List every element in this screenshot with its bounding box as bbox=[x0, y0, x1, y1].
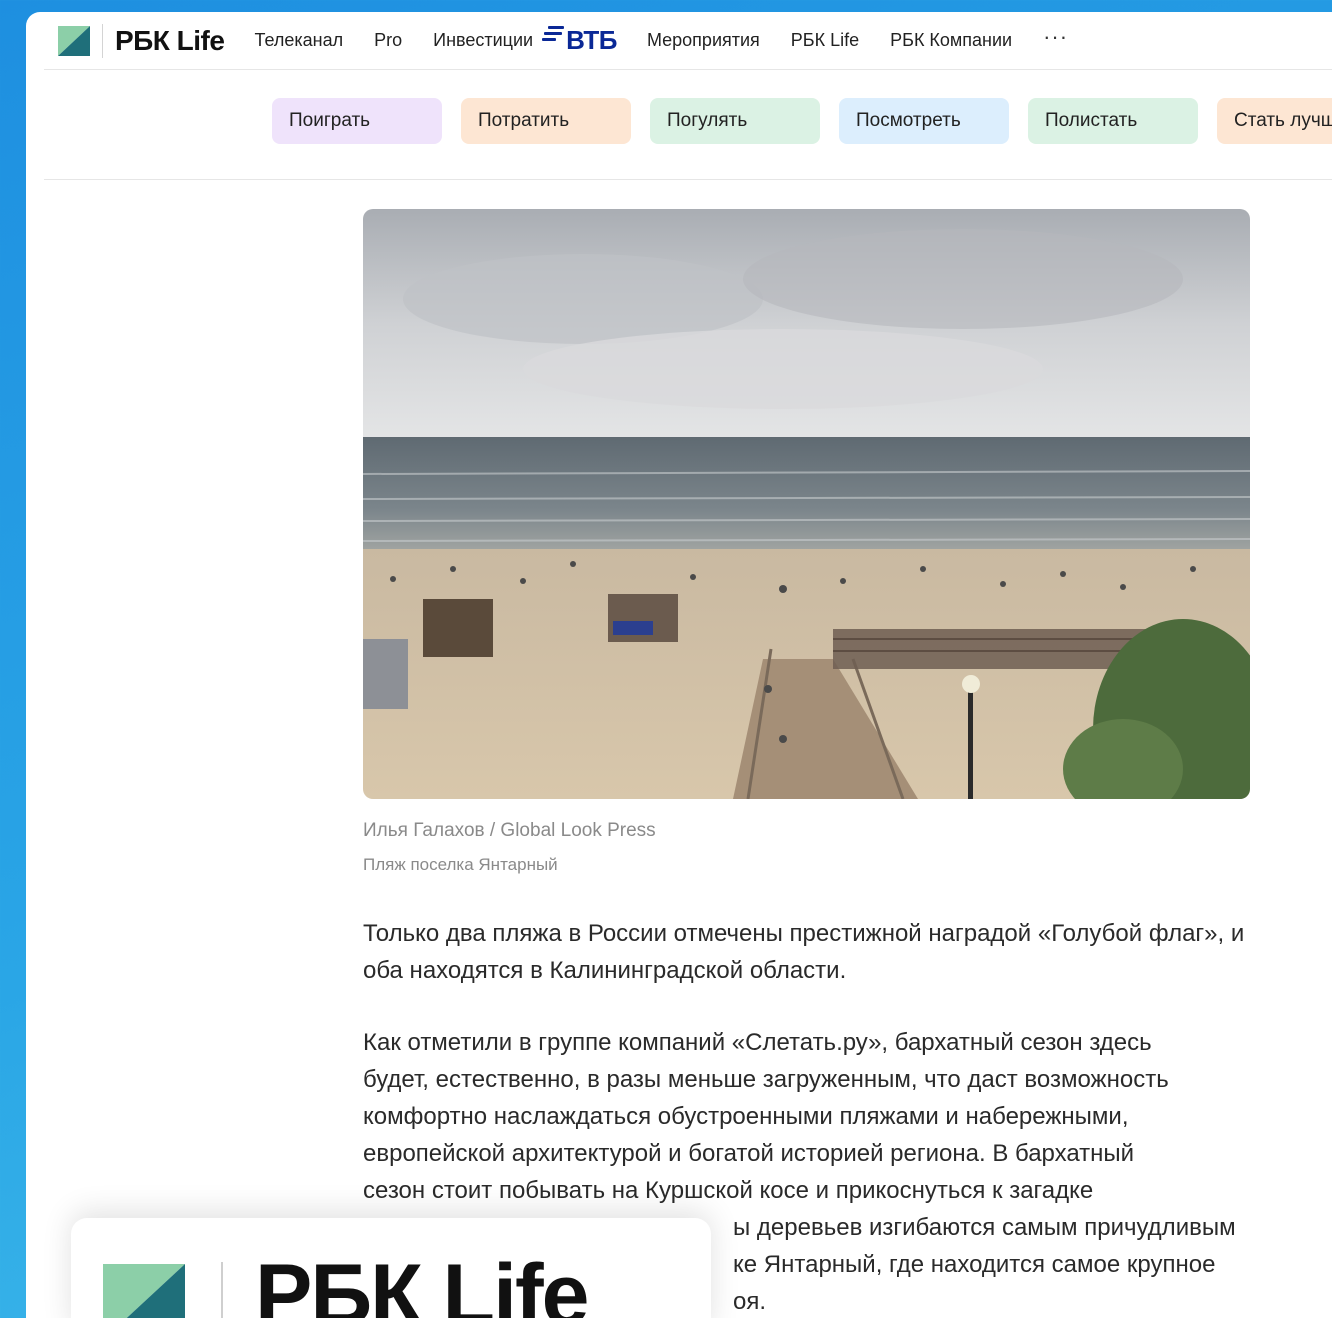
rbc-logo-large-icon bbox=[103, 1264, 185, 1318]
chip-play[interactable]: Поиграть bbox=[272, 98, 442, 144]
article-line: сезон стоит побывать на Куршской косе и … bbox=[363, 1177, 1094, 1204]
site-logo-text[interactable]: РБК Life bbox=[115, 25, 225, 57]
chip-spend[interactable]: Потратить bbox=[461, 98, 631, 144]
rbc-life-large-text: РБК Life bbox=[255, 1247, 589, 1318]
article-line: комфортно наслаждаться обустроенными пля… bbox=[363, 1103, 1129, 1130]
article-photo-beach[interactable] bbox=[363, 209, 1250, 799]
chip-improve[interactable]: Стать лучше bbox=[1217, 98, 1332, 144]
article-paragraph-1: Только два пляжа в России отмечены прест… bbox=[363, 920, 1245, 984]
logo-divider bbox=[102, 23, 103, 58]
main-nav: Телеканал Pro Инвестиции ВТБ Мероприятия… bbox=[254, 24, 1068, 56]
rbc-life-watermark-card: РБК Life bbox=[71, 1218, 711, 1318]
more-menu-icon[interactable]: ··· bbox=[1043, 24, 1068, 50]
browser-window: РБК Life Телеканал Pro Инвестиции ВТБ Ме… bbox=[26, 12, 1332, 1318]
article-line: европейской архитектурой и богатой истор… bbox=[363, 1140, 1135, 1167]
article-line: будет, естественно, в разы меньше загруж… bbox=[363, 1066, 1169, 1093]
nav-item-rbc-companies[interactable]: РБК Компании bbox=[890, 30, 1012, 51]
chip-read[interactable]: Полистать bbox=[1028, 98, 1198, 144]
nav-item-events[interactable]: Мероприятия bbox=[647, 30, 760, 51]
nav-item-tv[interactable]: Телеканал bbox=[254, 30, 343, 51]
article-line: Как отметили в группе компаний «Слетать.… bbox=[363, 1029, 1152, 1056]
logo-large-divider bbox=[221, 1262, 223, 1318]
rbc-logo-icon[interactable] bbox=[58, 25, 90, 56]
chip-walk[interactable]: Погулять bbox=[650, 98, 820, 144]
photo-credit: Илья Галахов / Global Look Press bbox=[363, 820, 656, 841]
vtb-sponsor-logo[interactable]: ВТБ bbox=[542, 25, 617, 56]
nav-item-pro[interactable]: Pro bbox=[374, 30, 402, 51]
category-chips: Поиграть Потратить Погулять Посмотреть П… bbox=[44, 70, 1332, 180]
vtb-logo-text: ВТБ bbox=[566, 25, 617, 55]
nav-item-rbc-life[interactable]: РБК Life bbox=[791, 30, 859, 51]
vtb-stripes-icon bbox=[542, 25, 565, 44]
nav-item-investments[interactable]: Инвестиции bbox=[433, 30, 533, 51]
chip-watch[interactable]: Посмотреть bbox=[839, 98, 1009, 144]
site-header: РБК Life Телеканал Pro Инвестиции ВТБ Ме… bbox=[44, 12, 1332, 70]
photo-caption: Пляж поселка Янтарный bbox=[363, 855, 558, 874]
